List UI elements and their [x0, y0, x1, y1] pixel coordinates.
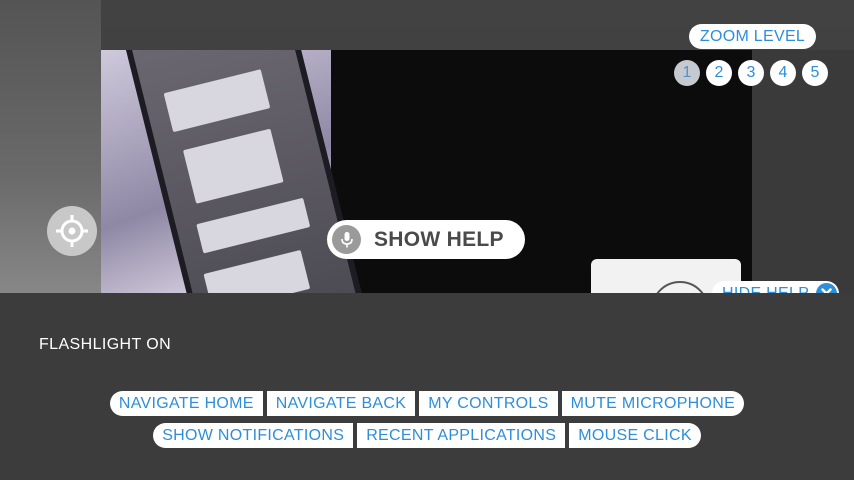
- zoom-level-1-button[interactable]: 1: [674, 60, 700, 86]
- recent-applications-command[interactable]: RECENT APPLICATIONS: [357, 423, 566, 448]
- show-help-button[interactable]: SHOW HELP: [327, 220, 525, 259]
- help-panel: FLASHLIGHT ON NAVIGATE HOME NAVIGATE BAC…: [0, 293, 854, 480]
- zoom-level-4-button[interactable]: 4: [770, 60, 796, 86]
- command-row-1: NAVIGATE HOME NAVIGATE BACK MY CONTROLS …: [0, 391, 854, 416]
- crosshair-icon[interactable]: [47, 206, 97, 256]
- show-help-label: SHOW HELP: [374, 227, 504, 251]
- mouse-click-command[interactable]: MOUSE CLICK: [569, 423, 701, 448]
- camera-right-area: [752, 50, 854, 293]
- mute-microphone-command[interactable]: MUTE MICROPHONE: [561, 391, 745, 416]
- navigate-back-command[interactable]: NAVIGATE BACK: [266, 391, 416, 416]
- flashlight-status: FLASHLIGHT ON: [39, 336, 172, 353]
- zoom-level-5-button[interactable]: 5: [802, 60, 828, 86]
- show-notifications-command[interactable]: SHOW NOTIFICATIONS: [153, 423, 354, 448]
- zoom-level-2-button[interactable]: 2: [706, 60, 732, 86]
- command-row-2: SHOW NOTIFICATIONS RECENT APPLICATIONS M…: [0, 423, 854, 448]
- zoom-level-label: ZOOM LEVEL: [689, 24, 816, 49]
- microphone-icon: [332, 225, 361, 254]
- zoom-level-selector: 1 2 3 4 5: [674, 60, 828, 86]
- my-controls-command[interactable]: MY CONTROLS: [419, 391, 558, 416]
- zoom-level-3-button[interactable]: 3: [738, 60, 764, 86]
- navigate-home-command[interactable]: NAVIGATE HOME: [109, 391, 263, 416]
